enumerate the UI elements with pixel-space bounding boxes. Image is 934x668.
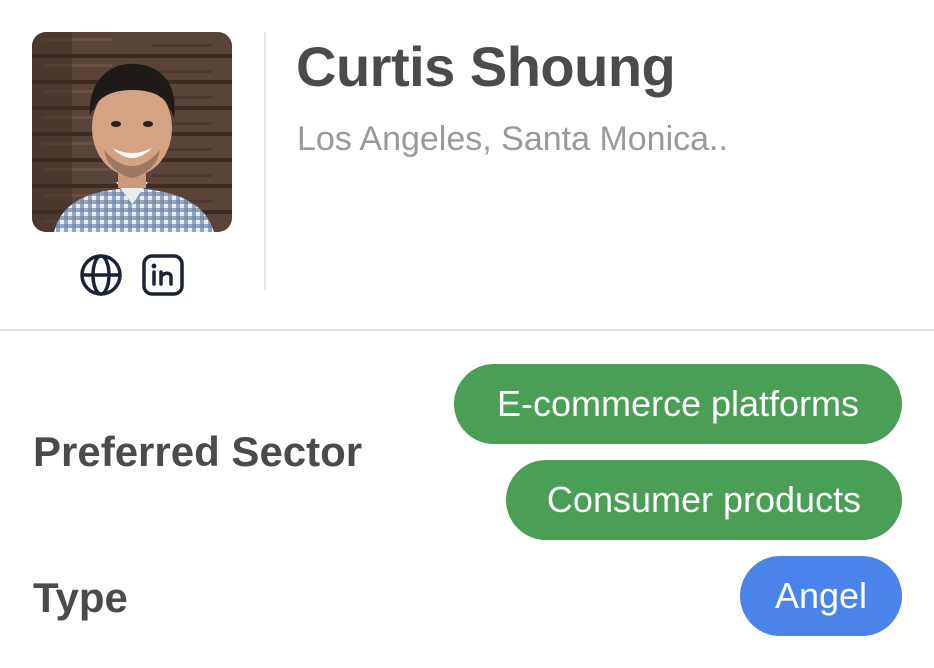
avatar	[32, 32, 232, 232]
investor-card: Curtis Shoung Los Angeles, Santa Monica.…	[0, 0, 934, 668]
type-label: Type	[33, 574, 128, 621]
social-links	[79, 253, 185, 297]
profile-location: Los Angeles, Santa Monica..	[297, 120, 728, 158]
type-chip: Angel	[740, 556, 902, 636]
preferred-sector-label: Preferred Sector	[33, 428, 363, 475]
sector-chip: E-commerce platforms	[454, 364, 902, 444]
section-divider	[0, 329, 934, 331]
profile-name: Curtis Shoung	[296, 35, 676, 98]
linkedin-icon[interactable]	[141, 253, 185, 297]
sector-chip: Consumer products	[506, 460, 902, 540]
vertical-divider	[264, 32, 266, 290]
globe-icon[interactable]	[79, 253, 123, 297]
avatar-image	[32, 32, 232, 232]
profile-header: Curtis Shoung Los Angeles, Santa Monica.…	[0, 0, 934, 330]
